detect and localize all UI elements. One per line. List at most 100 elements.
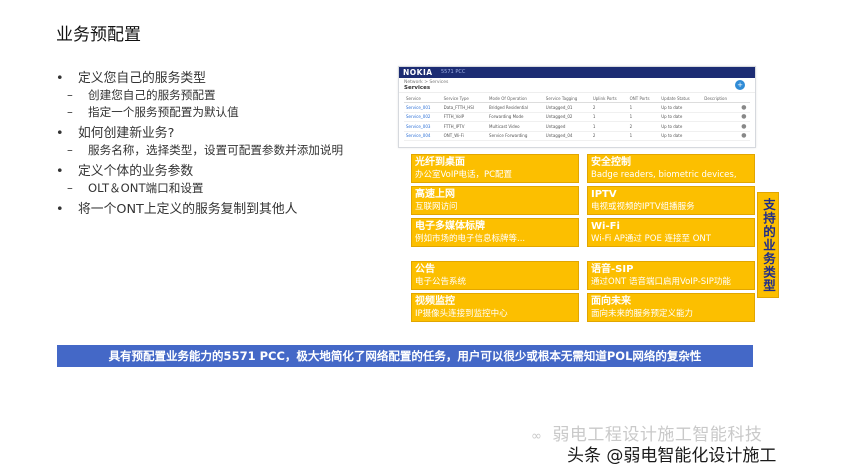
table-cell (702, 131, 738, 141)
service-type-box: 电子多媒体标牌例如市场的电子信息标牌等... (411, 218, 579, 247)
bullet-list: 定义您自己的服务类型创建您自己的服务预配置指定一个服务预配置为默认值如何创建新业… (56, 66, 386, 218)
table-cell: Data_FTTH_HSI (441, 102, 488, 113)
table-cell: 1 (627, 102, 660, 113)
service-type-desc: Wi-Fi AP通过 POE 连接至 ONT (591, 234, 711, 244)
table-cell: Service Forwarding (487, 131, 544, 141)
table-cell: Untagged_04 (543, 131, 591, 141)
summary-banner: 具有预配置业务能力的5571 PCC，极大地简化了网络配置的任务，用户可以很少或… (57, 345, 753, 367)
service-type-box: 光纤到桌面办公室VoIP电话，PC配置 (411, 154, 579, 183)
wechat-icon: ∞ (531, 429, 543, 444)
table-cell: Untagged_01 (543, 102, 591, 113)
table-cell: Untagged_02 (543, 112, 591, 122)
pcc-services-screenshot: NOKIA 5571 PCC DASH SERVICES OLTS NETWOR… (398, 66, 756, 148)
service-type-name: 电子多媒体标牌 (415, 221, 485, 232)
table-cell: Up to date (659, 121, 703, 132)
service-type-desc: 面向未来的服务预定义能力 (591, 309, 694, 319)
service-type-name: 安全控制 (591, 157, 631, 168)
table-cell: 1 (627, 131, 660, 141)
service-type-desc: 例如市场的电子信息标牌等... (415, 234, 526, 244)
service-link[interactable]: Service_001 (404, 102, 442, 113)
table-cell: 2 (590, 131, 628, 141)
table-cell: FTTH_VoIP (441, 112, 488, 122)
table-cell: Up to date (659, 112, 703, 122)
service-type-box: IPTV 电视或视频的IPTV组播服务 (587, 186, 755, 215)
column-header[interactable]: Description (702, 95, 738, 103)
services-title: Services (404, 85, 431, 91)
sub-bullet-item: 指定一个服务预配置为默认值 (56, 104, 386, 121)
table-cell: 2 (590, 102, 628, 113)
service-type-name: 视频监控 (415, 296, 455, 307)
table-cell: FTTH_IPTV (441, 121, 488, 132)
column-header[interactable]: Mode Of Operation (487, 95, 544, 103)
sub-bullet-item: 服务名称，选择类型，设置可配置参数并添加说明 (56, 142, 386, 159)
table-cell (702, 102, 738, 113)
service-type-name: 语音-SIP (591, 264, 634, 275)
status-dot: ● (737, 112, 750, 122)
bullet-item: 定义个体的业务参数 (56, 163, 386, 180)
column-header[interactable]: ONT Ports (627, 95, 660, 103)
table-cell: Up to date (659, 131, 703, 141)
table-cell: 1 (590, 112, 628, 122)
service-link[interactable]: Service_004 (404, 131, 442, 141)
service-type-name: 公告 (415, 264, 435, 275)
service-type-name: IPTV (591, 189, 617, 200)
service-type-box: 安全控制 Badge readers, biometric devices, (587, 154, 755, 183)
table-header: Service Service Type Mode Of Operation Serv… (404, 95, 750, 103)
table-cell: Up to date (659, 102, 703, 113)
top-nav: NOKIA 5571 PCC DASH SERVICES OLTS NETWOR… (399, 67, 755, 86)
table-cell (702, 112, 738, 122)
service-type-name: 高速上网 (415, 189, 455, 200)
service-link[interactable]: Service_002 (404, 112, 442, 122)
services-table: Service Service Type Mode Of Operation Serv… (404, 95, 750, 141)
service-type-box: 公告 电子公告系统 (411, 261, 579, 290)
table-row[interactable]: Service_003 FTTH_IPTV Multicast Video Untag… (404, 121, 750, 132)
column-header[interactable]: Service (404, 95, 442, 103)
bullet-item: 定义您自己的服务类型 (56, 70, 386, 87)
bullet-item: 如何创建新业务? (56, 125, 386, 142)
service-type-desc: IP摄像头连接到监控中心 (415, 309, 508, 319)
page-header: Network > Services Services + (399, 78, 755, 93)
table-cell: Forwarding Mode (487, 112, 544, 122)
service-type-box: Wi-Fi Wi-Fi AP通过 POE 连接至 ONT (587, 218, 755, 247)
table-cell: Multicast Video (487, 121, 544, 132)
service-type-box: 视频监控 IP摄像头连接到监控中心 (411, 293, 579, 322)
sub-bullet-item: 创建您自己的服务预配置 (56, 87, 386, 104)
watermark-bottom: 头条 @弱电智能化设计施工 (567, 446, 777, 466)
column-header[interactable]: Update Status (659, 95, 703, 103)
table-cell: Bridged Residential (487, 102, 544, 113)
table-row[interactable]: Service_001 Data_FTTH_HSI Bridged Resident… (404, 102, 750, 113)
page-title: 业务预配置 (56, 25, 141, 45)
service-type-box: 面向未来面向未来的服务预定义能力 (587, 293, 755, 322)
service-link[interactable]: Service_003 (404, 121, 442, 132)
service-type-desc: 办公室VoIP电话，PC配置 (415, 170, 513, 180)
service-type-name: Wi-Fi (591, 221, 620, 232)
table-row[interactable]: Service_002 FTTH_VoIP Forwarding Mode Untag… (404, 112, 750, 122)
service-type-name: 面向未来 (591, 296, 631, 307)
column-header[interactable] (737, 95, 750, 103)
bullet-item: 将一个ONT上定义的服务复制到其他人 (56, 201, 386, 218)
table-cell: Untagged (543, 121, 591, 132)
table-cell: 2 (627, 121, 660, 132)
service-type-desc: Badge readers, biometric devices, (591, 170, 737, 180)
service-type-desc: 通过ONT 语音端口启用VoIP-SIP功能 (591, 277, 731, 287)
sub-bullet-item: OLT＆ONT端口和设置 (56, 180, 386, 197)
status-dot: ● (737, 131, 750, 141)
product-name: 5571 PCC (441, 69, 466, 75)
table-cell: ONT_Wi-Fi (441, 131, 488, 141)
service-type-name: 光纤到桌面 (415, 157, 465, 168)
table-row[interactable]: Service_004 ONT_Wi-Fi Service Forwarding Un… (404, 131, 750, 141)
table-cell: 1 (627, 112, 660, 122)
column-header[interactable]: Service Type (441, 95, 488, 103)
side-label: 支持的业务类型 (757, 192, 779, 298)
add-service-button[interactable]: + (735, 80, 745, 90)
column-header[interactable]: Service Tagging (543, 95, 591, 103)
column-header[interactable]: Uplink Ports (590, 95, 628, 103)
status-dot: ● (737, 121, 750, 132)
nokia-logo: NOKIA (403, 68, 433, 77)
slide: 业务预配置 定义您自己的服务类型创建您自己的服务预配置指定一个服务预配置为默认值… (0, 0, 844, 476)
table-cell (702, 121, 738, 132)
service-type-box: 高速上网 互联网访问 (411, 186, 579, 215)
service-type-desc: 电视或视频的IPTV组播服务 (591, 202, 695, 212)
service-type-box: 语音-SIP 通过ONT 语音端口启用VoIP-SIP功能 (587, 261, 755, 290)
service-type-desc: 电子公告系统 (415, 277, 467, 287)
